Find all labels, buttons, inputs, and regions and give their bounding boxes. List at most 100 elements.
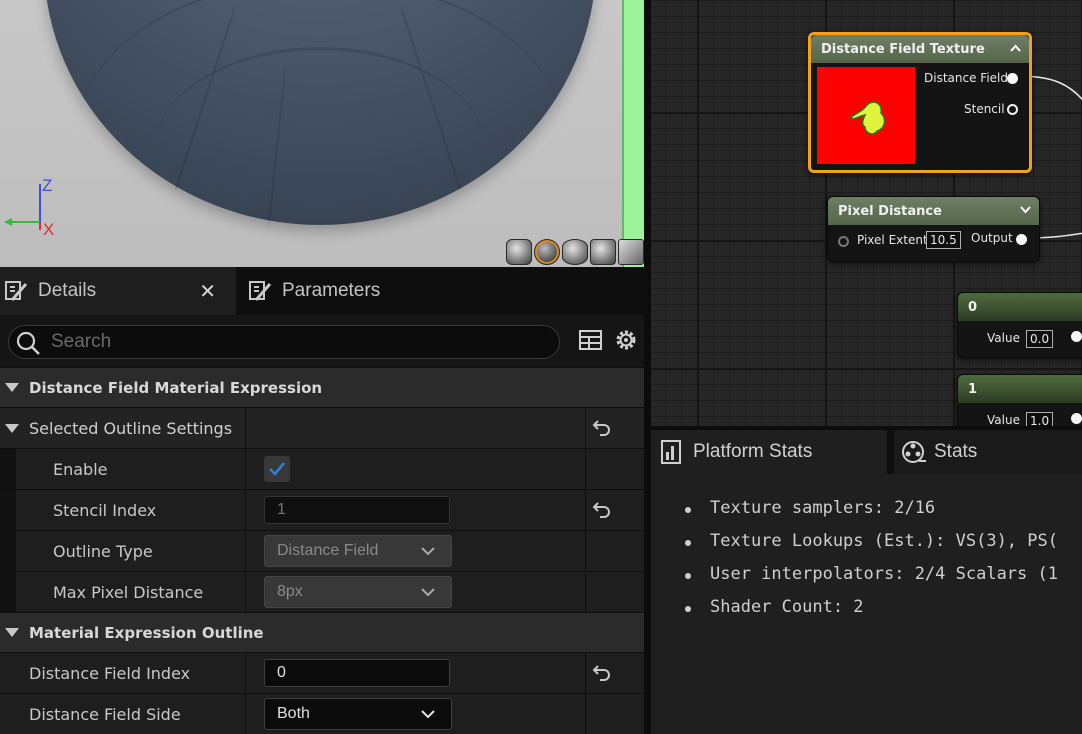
output-pin-stencil[interactable] <box>1007 104 1018 115</box>
blob-shape-icon <box>849 101 886 135</box>
search-icon <box>16 331 40 355</box>
property-row-distance-field-index: Distance Field Index 0 <box>0 652 644 693</box>
axis-gizmo-icon <box>4 184 41 230</box>
stats-line: Texture samplers: 2/16 <box>685 498 1058 531</box>
material-graph-canvas[interactable]: Distance Field Texture Distance Field St… <box>651 0 1082 426</box>
stats-panel: Platform Stats Stats Texture samplers: 2… <box>651 426 1082 734</box>
reset-to-default-icon[interactable] <box>592 418 612 436</box>
category-distance-field-material-expression[interactable]: Distance Field Material Expression <box>0 367 644 407</box>
tab-parameters-label: Parameters <box>282 280 381 301</box>
stats-line: User interpolators: 2/4 Scalars (1 <box>685 564 1058 597</box>
dropdown-value: 8px <box>277 583 303 600</box>
dropdown-value: Both <box>277 705 310 722</box>
tab-stats-label: Stats <box>934 441 978 462</box>
chevron-down-icon <box>421 710 435 719</box>
node-header[interactable]: Distance Field Texture <box>811 35 1029 63</box>
tab-platform-stats-label: Platform Stats <box>693 441 813 462</box>
node-header[interactable]: 1 <box>958 375 1082 403</box>
reset-to-default-icon[interactable] <box>592 500 612 518</box>
pin-label-distance-field: Distance Field <box>924 71 1008 85</box>
pencil-icon <box>249 281 272 301</box>
stats-list: Texture samplers: 2/16 Texture Lookups (… <box>685 498 1058 630</box>
tab-stats[interactable]: Stats <box>894 430 1082 474</box>
enable-checkbox[interactable] <box>264 456 290 482</box>
category-title: Distance Field Material Expression <box>29 378 323 397</box>
dropdown-value: Distance Field <box>277 542 379 559</box>
property-row-stencil-index: Stencil Index 1 <box>0 489 644 530</box>
tab-details-label: Details <box>38 280 97 301</box>
node-distance-field-texture[interactable]: Distance Field Texture Distance Field St… <box>808 32 1032 173</box>
cube-preview-icon[interactable] <box>590 239 616 265</box>
axis-x-label: X <box>43 220 55 239</box>
gear-icon[interactable] <box>612 326 640 354</box>
node-header[interactable]: 0 <box>958 293 1082 321</box>
max-pixel-distance-dropdown[interactable]: 8px <box>264 576 452 608</box>
table-view-icon[interactable] <box>577 326 605 354</box>
collapse-arrow-icon <box>5 628 19 637</box>
plane-preview-icon[interactable] <box>562 239 588 265</box>
distance-field-side-dropdown[interactable]: Both <box>264 698 452 730</box>
pixel-extent-value[interactable]: 10.5 <box>926 231 961 249</box>
checkmark-icon <box>269 462 286 476</box>
chevron-down-icon <box>421 588 435 597</box>
node-constant-1[interactable]: 1 Value 1.0 <box>957 374 1082 426</box>
input-pin-pixel-extent[interactable] <box>838 236 849 247</box>
panel-splitter[interactable] <box>644 0 651 734</box>
output-pin-output[interactable] <box>1016 234 1027 245</box>
tab-platform-stats[interactable]: Platform Stats <box>651 430 887 474</box>
category-material-expression-outline[interactable]: Material Expression Outline <box>0 612 644 652</box>
stats-tab-bar: Platform Stats Stats <box>651 426 1082 474</box>
close-icon[interactable]: ✕ <box>199 279 216 304</box>
preview-mesh-toolbar <box>506 239 644 265</box>
search-input[interactable] <box>51 326 541 358</box>
property-row-outline-type: Outline Type Distance Field <box>0 530 644 571</box>
node-title: 0 <box>968 299 978 315</box>
tab-parameters[interactable]: Parameters <box>244 267 380 315</box>
details-panel: Details ✕ Parameters Search Distance Fie… <box>0 267 644 734</box>
tab-details[interactable]: Details ✕ <box>0 267 236 315</box>
category-title: Material Expression Outline <box>29 623 264 642</box>
cylinder-preview-icon[interactable] <box>506 239 532 265</box>
collapse-arrow-icon <box>5 423 19 433</box>
node-title: Distance Field Texture <box>821 41 985 57</box>
distance-field-index-input[interactable]: 0 <box>264 659 450 687</box>
reset-to-default-icon[interactable] <box>592 663 612 681</box>
sphere-preview-icon[interactable] <box>534 239 560 265</box>
chevron-down-icon[interactable] <box>1020 206 1031 214</box>
texture-preview <box>817 67 915 164</box>
output-pin-distance-field[interactable] <box>1007 73 1018 84</box>
search-box[interactable] <box>8 325 560 359</box>
stats-line: Texture Lookups (Est.): VS(3), PS( <box>685 531 1058 564</box>
group-selected-outline-settings[interactable]: Selected Outline Settings <box>0 407 644 448</box>
node-header[interactable]: Pixel Distance <box>828 197 1039 225</box>
property-row-max-pixel-distance: Max Pixel Distance 8px <box>0 571 644 612</box>
constant-0-value[interactable]: 0.0 <box>1026 330 1054 348</box>
property-label: Distance Field Index <box>0 653 246 693</box>
pin-label-output: Output <box>971 231 1013 245</box>
material-preview-viewport[interactable]: Z X <box>0 0 644 267</box>
property-label: Stencil Index <box>0 490 246 530</box>
viewport-edge-strip <box>622 0 644 267</box>
stencil-index-input[interactable]: 1 <box>264 496 450 524</box>
pin-label-value: Value <box>987 331 1020 345</box>
output-pin-value[interactable] <box>1071 413 1082 424</box>
chevron-up-icon[interactable] <box>1010 44 1021 52</box>
node-pixel-distance[interactable]: Pixel Distance Pixel Extent 10.5 Output <box>827 196 1040 262</box>
outline-type-dropdown[interactable]: Distance Field <box>264 535 452 567</box>
output-pin-value[interactable] <box>1071 331 1082 342</box>
constant-1-value[interactable]: 1.0 <box>1026 412 1054 426</box>
pencil-icon <box>5 281 28 301</box>
pin-label-value: Value <box>987 413 1020 426</box>
property-label: Distance Field Side <box>0 694 246 734</box>
details-tab-bar: Details ✕ Parameters <box>0 267 644 315</box>
node-title: 1 <box>968 381 978 397</box>
custom-mesh-preview-icon[interactable] <box>618 239 644 265</box>
stats-line: Shader Count: 2 <box>685 597 1058 630</box>
node-constant-0[interactable]: 0 Value 0.0 <box>957 292 1082 358</box>
chevron-down-icon <box>421 547 435 556</box>
property-row-enable: Enable <box>0 448 644 489</box>
collapse-arrow-icon <box>5 383 19 392</box>
pin-label-stencil: Stencil <box>964 102 1005 116</box>
property-label: Outline Type <box>0 531 246 571</box>
preview-sphere <box>44 0 596 225</box>
